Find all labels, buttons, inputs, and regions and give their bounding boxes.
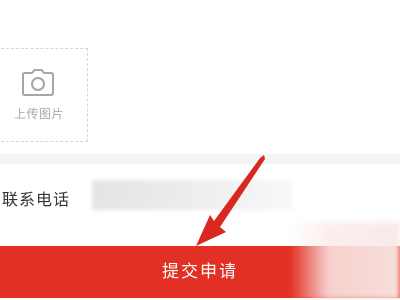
application-form-page: 上传图片 联系电话 提交申请: [0, 0, 400, 300]
camera-icon: [22, 69, 54, 96]
upload-image-button[interactable]: 上传图片: [0, 48, 88, 142]
upload-image-label: 上传图片: [13, 107, 64, 121]
contact-phone-label: 联系电话: [2, 190, 71, 209]
arrow-icon: [196, 155, 265, 246]
submit-application-button[interactable]: 提交申请: [0, 246, 400, 298]
